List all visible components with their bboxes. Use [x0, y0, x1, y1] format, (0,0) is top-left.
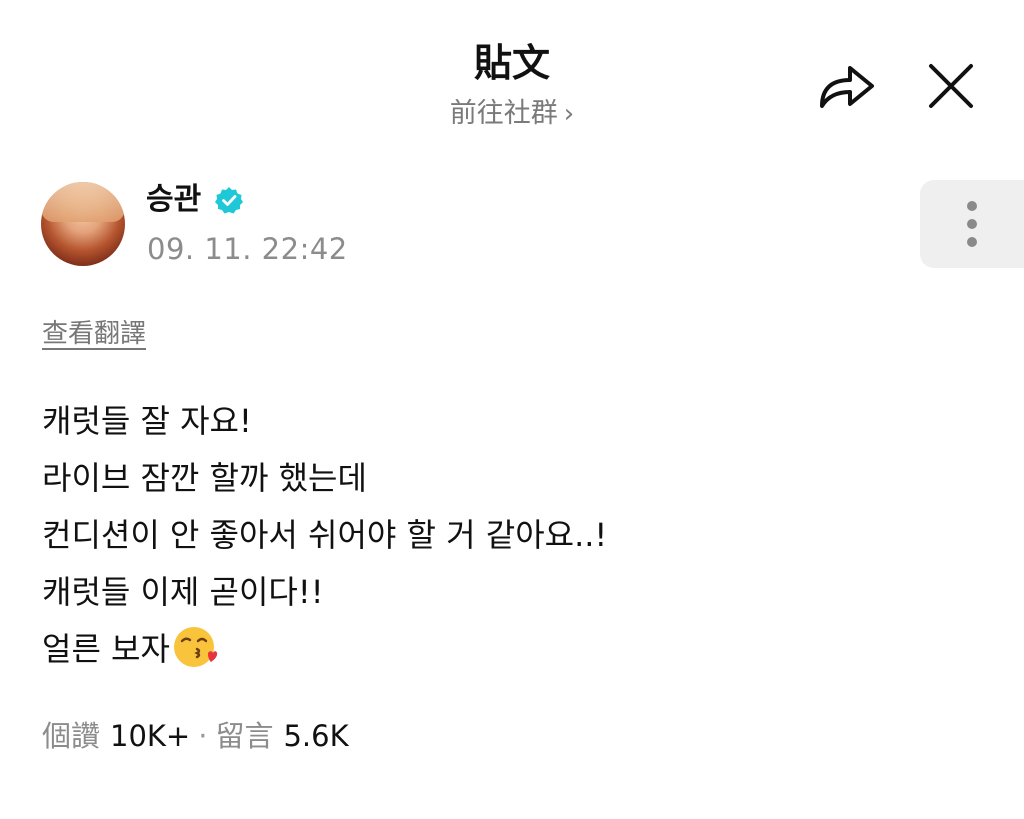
post-timestamp: 09. 11. 22:42: [147, 232, 348, 266]
likes-count[interactable]: 10K+: [110, 719, 190, 753]
chevron-right-icon: ›: [563, 99, 575, 129]
post-line: 캐럿들 잘 자요!: [42, 402, 252, 440]
post-line: 얼른 보자: [42, 630, 170, 668]
likes-label: 個讚: [42, 719, 101, 753]
go-to-community-label: 前往社群: [449, 98, 558, 129]
close-icon: [929, 64, 973, 108]
post-line-last: 얼른 보자: [42, 621, 607, 678]
post-line: 컨디션이 안 좋아서 쉬어야 할 거 같아요..!: [42, 516, 608, 554]
post-stats: 個讚 10K+ · 留言 5.6K: [42, 716, 349, 756]
more-vertical-icon: [967, 201, 977, 247]
author-name[interactable]: 승관: [146, 180, 201, 220]
post-line: 캐럿들 이제 곧이다!!: [42, 573, 324, 611]
verified-badge-icon: [215, 187, 243, 214]
comments-label: 留言: [215, 719, 274, 753]
more-options-button[interactable]: [920, 180, 1024, 268]
share-arrow-icon: [820, 66, 874, 108]
view-translation-link[interactable]: 查看翻譯: [42, 315, 146, 353]
post-line: 라이브 잠깐 할까 했는데: [42, 459, 367, 497]
face-blowing-kiss-emoji-icon: [173, 627, 218, 667]
share-button[interactable]: [812, 56, 880, 116]
post-body: 캐럿들 잘 자요! 라이브 잠깐 할까 했는데 컨디션이 안 좋아서 쉬어야 할…: [42, 393, 607, 678]
close-button[interactable]: [920, 56, 982, 116]
comments-count[interactable]: 5.6K: [283, 719, 348, 753]
stats-separator: ·: [198, 719, 208, 753]
avatar[interactable]: [41, 182, 125, 266]
